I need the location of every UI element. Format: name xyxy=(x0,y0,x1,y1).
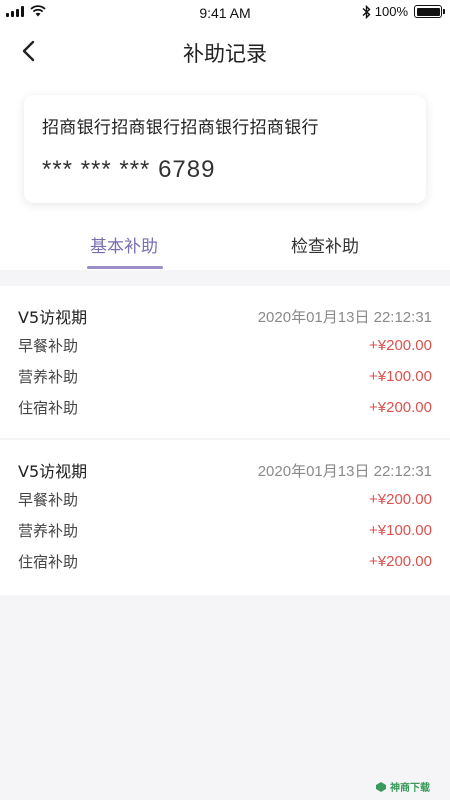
item-label: 早餐补助 xyxy=(18,337,79,355)
item-label: 营养补助 xyxy=(18,368,79,386)
item-amount: +¥200.00 xyxy=(369,491,432,508)
card-number: *** *** *** 6789 xyxy=(42,156,216,183)
page-title: 补助记录 xyxy=(183,42,267,66)
status-bar: 9:41 AM 100% xyxy=(0,0,450,26)
item-amount: +¥100.00 xyxy=(369,522,432,539)
item-label: 住宿补助 xyxy=(18,399,79,417)
battery-icon xyxy=(414,5,445,18)
record-list: V5访视期 2020年01月13日 22:12:31 早餐补助 +¥200.00… xyxy=(0,286,450,595)
nav-bar: 补助记录 xyxy=(0,28,450,74)
record-title: V5访视期 xyxy=(18,462,88,481)
watermark-text: 神商下载 xyxy=(390,783,430,794)
active-tab-indicator xyxy=(87,266,163,269)
list-item: 早餐补助 +¥200.00 xyxy=(18,330,432,361)
tab-basic-subsidy[interactable]: 基本补助 xyxy=(54,232,194,257)
item-amount: +¥200.00 xyxy=(369,337,432,354)
tab-check-subsidy[interactable]: 检查补助 xyxy=(255,232,395,257)
record-title: V5访视期 xyxy=(18,308,88,327)
item-label: 营养补助 xyxy=(18,522,79,540)
bank-card: 招商银行招商银行招商银行招商银行 *** *** *** 6789 xyxy=(24,95,426,203)
watermark-icon xyxy=(376,781,386,792)
battery-cap xyxy=(443,9,445,14)
item-amount: +¥100.00 xyxy=(369,368,432,385)
item-amount: +¥200.00 xyxy=(369,553,432,570)
record-header: V5访视期 2020年01月13日 22:12:31 xyxy=(18,302,432,330)
list-item: 早餐补助 +¥200.00 xyxy=(18,484,432,515)
tab-bar: 基本补助 检查补助 xyxy=(0,232,450,270)
item-amount: +¥200.00 xyxy=(369,399,432,416)
header-area: 9:41 AM 100% 补助记录 招商银行招商银行招商银行招商银行 *** *… xyxy=(0,0,450,270)
item-label: 早餐补助 xyxy=(18,491,79,509)
record-time: 2020年01月13日 22:12:31 xyxy=(257,462,432,480)
list-item: 营养补助 +¥100.00 xyxy=(18,515,432,546)
record-card: V5访视期 2020年01月13日 22:12:31 早餐补助 +¥200.00… xyxy=(0,440,450,595)
list-item: 住宿补助 +¥200.00 xyxy=(18,546,432,577)
item-label: 住宿补助 xyxy=(18,553,79,571)
status-right: 100% xyxy=(362,4,445,19)
battery-fill xyxy=(416,7,440,16)
bluetooth-icon xyxy=(362,4,371,19)
watermark-logo: 神商下载 xyxy=(375,779,430,794)
list-item: 住宿补助 +¥200.00 xyxy=(18,392,432,423)
bank-name: 招商银行招商银行招商银行招商银行 xyxy=(42,118,319,138)
record-card: V5访视期 2020年01月13日 22:12:31 早餐补助 +¥200.00… xyxy=(0,286,450,438)
battery-percent: 100% xyxy=(374,4,408,19)
record-header: V5访视期 2020年01月13日 22:12:31 xyxy=(18,456,432,484)
record-time: 2020年01月13日 22:12:31 xyxy=(257,308,432,326)
list-item: 营养补助 +¥100.00 xyxy=(18,361,432,392)
